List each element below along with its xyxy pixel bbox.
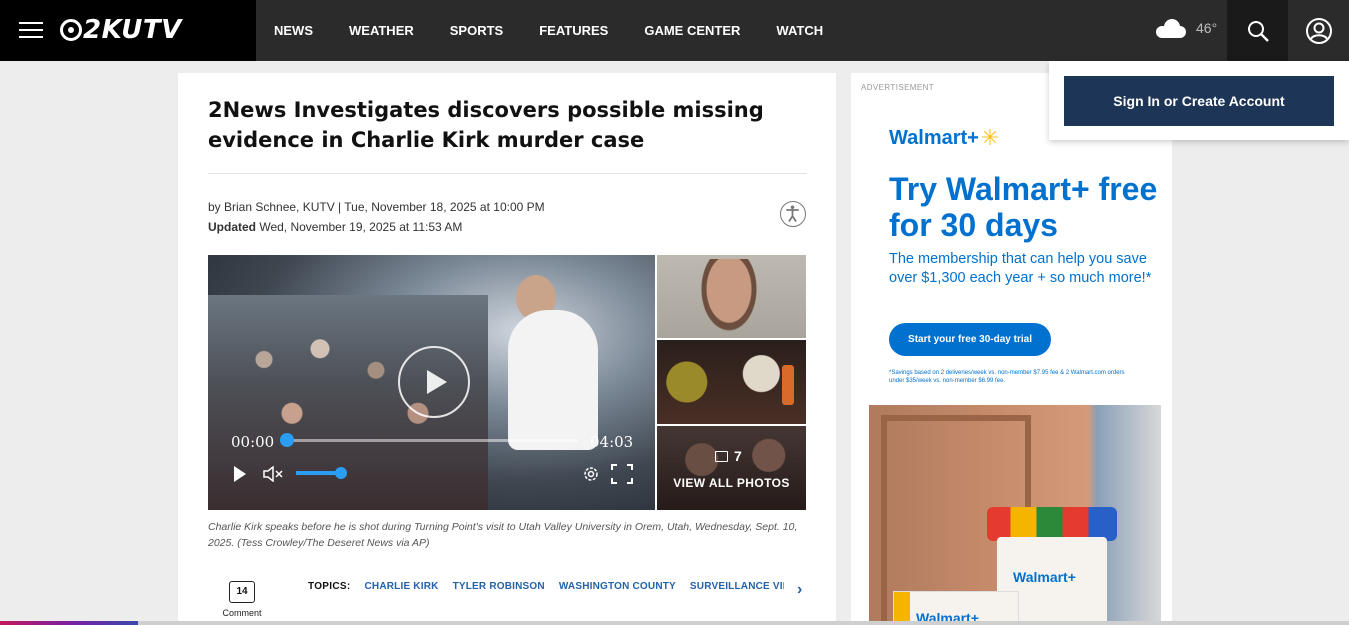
accessibility-figure-icon bbox=[786, 205, 799, 222]
delivery-box: Walmart+ bbox=[893, 591, 1019, 625]
video-duration: 04:03 bbox=[590, 433, 634, 451]
walmart-spark-icon: ✳ bbox=[980, 125, 1000, 150]
topics-label: TOPICS: bbox=[308, 581, 351, 592]
bottom-scroll-track bbox=[0, 621, 1349, 625]
image-caption: Charlie Kirk speaks before he is shot du… bbox=[208, 521, 798, 549]
chevron-right-icon[interactable]: › bbox=[797, 581, 802, 599]
photo-gallery-icon bbox=[715, 450, 728, 462]
main-nav: NEWS WEATHER SPORTS FEATURES GAME CENTER… bbox=[256, 0, 841, 61]
hamburger-menu-icon[interactable] bbox=[19, 22, 43, 40]
temperature: 46° bbox=[1196, 20, 1218, 36]
cloud-icon bbox=[1156, 18, 1186, 38]
cbs-eye-icon bbox=[60, 19, 82, 41]
photo-count: 7 bbox=[715, 448, 742, 464]
nav-features[interactable]: FEATURES bbox=[539, 23, 608, 38]
account-dropdown: Sign In or Create Account bbox=[1049, 61, 1349, 140]
fullscreen-icon[interactable] bbox=[611, 464, 633, 484]
topic-link[interactable]: WASHINGTON COUNTY bbox=[559, 581, 676, 592]
comment-count: 14 bbox=[229, 581, 255, 603]
ad-subtext: The membership that can help you save ov… bbox=[889, 251, 1152, 286]
gallery-view-all[interactable]: 7 VIEW ALL PHOTOS bbox=[657, 426, 806, 510]
ad-label: ADVERTISEMENT bbox=[861, 83, 935, 92]
big-play-button[interactable] bbox=[398, 346, 470, 418]
topic-link[interactable]: CHARLIE KIRK bbox=[364, 581, 438, 592]
nav-game-center[interactable]: GAME CENTER bbox=[644, 23, 740, 38]
updated-label: Updated bbox=[208, 220, 256, 234]
grocery-items bbox=[987, 507, 1117, 541]
headline-divider bbox=[208, 173, 807, 174]
updated-line: Updated Wed, November 19, 2025 at 11:53 … bbox=[208, 217, 545, 237]
nav-weather[interactable]: WEATHER bbox=[349, 23, 414, 38]
byline-author-date: by Brian Schnee, KUTV | Tue, November 18… bbox=[208, 200, 545, 214]
ad-cta-button[interactable]: Start your free 30-day trial bbox=[889, 323, 1051, 356]
topic-link[interactable]: SURVEILLANCE VIDEO bbox=[690, 581, 785, 592]
ad-headline: Try Walmart+ free for 30 days bbox=[889, 171, 1158, 243]
comment-label: Comment bbox=[222, 608, 262, 618]
video-scrubber[interactable] bbox=[280, 433, 294, 447]
byline: by Brian Schnee, KUTV | Tue, November 18… bbox=[208, 197, 545, 237]
view-all-photos-label: VIEW ALL PHOTOS bbox=[673, 476, 790, 490]
nav-watch[interactable]: WATCH bbox=[776, 23, 823, 38]
nav-sports[interactable]: SPORTS bbox=[450, 23, 503, 38]
gallery-thumbnail-mugshot[interactable] bbox=[657, 255, 806, 338]
mugshot-figure bbox=[699, 259, 759, 334]
article-headline: 2News Investigates discovers possible mi… bbox=[208, 98, 764, 152]
accessibility-icon[interactable] bbox=[780, 201, 806, 227]
bottom-progress-accent bbox=[0, 621, 138, 625]
nav-news[interactable]: NEWS bbox=[274, 23, 313, 38]
ad-fine-print: *Savings based on 2 deliveries/week vs. … bbox=[889, 370, 1125, 384]
account-button[interactable] bbox=[1288, 0, 1349, 61]
ad-photo: Walmart+ Walmart+ bbox=[869, 405, 1161, 625]
brand-area: 2KUTV bbox=[0, 0, 256, 61]
video-player[interactable]: 00:00 04:03 bbox=[208, 255, 655, 510]
video-speaker bbox=[508, 310, 598, 450]
advertisement-card[interactable]: ADVERTISEMENT Walmart+ ✳ Try Walmart+ fr… bbox=[851, 73, 1172, 625]
photo-count-number: 7 bbox=[734, 448, 742, 464]
logo-text: 2KUTV bbox=[83, 15, 182, 45]
search-button[interactable] bbox=[1227, 0, 1288, 61]
memorial-candle bbox=[782, 365, 794, 405]
volume-handle[interactable] bbox=[335, 467, 347, 479]
updated-time: Wed, November 19, 2025 at 11:53 AM bbox=[259, 220, 463, 234]
comment-button[interactable]: 14 Comment bbox=[220, 581, 264, 618]
top-navigation-bar: 2KUTV NEWS WEATHER SPORTS FEATURES GAME … bbox=[0, 0, 1349, 61]
volume-muted-icon[interactable] bbox=[263, 466, 283, 482]
topics-list: CHARLIE KIRK TYLER ROBINSON WASHINGTON C… bbox=[364, 581, 784, 592]
sign-in-button[interactable]: Sign In or Create Account bbox=[1064, 76, 1334, 126]
topic-link[interactable]: TYLER ROBINSON bbox=[453, 581, 545, 592]
walmart-logo-text: Walmart+ bbox=[889, 126, 979, 149]
topics-bar: TOPICS: CHARLIE KIRK TYLER ROBINSON WASH… bbox=[308, 581, 784, 592]
video-progress-bar[interactable] bbox=[288, 439, 578, 442]
site-logo[interactable]: 2KUTV bbox=[60, 13, 182, 47]
walmart-plus-logo: Walmart+ ✳ bbox=[889, 125, 999, 151]
weather-widget[interactable]: 46° bbox=[1156, 18, 1217, 38]
bag-logo-text: Walmart+ bbox=[1013, 569, 1076, 585]
search-icon bbox=[1247, 20, 1269, 42]
article-card: 2News Investigates discovers possible mi… bbox=[178, 73, 836, 625]
gallery-thumbnail-memorial[interactable] bbox=[657, 340, 806, 424]
user-account-icon bbox=[1305, 17, 1332, 44]
settings-gear-icon[interactable] bbox=[582, 465, 600, 483]
video-current-time: 00:00 bbox=[231, 433, 275, 451]
